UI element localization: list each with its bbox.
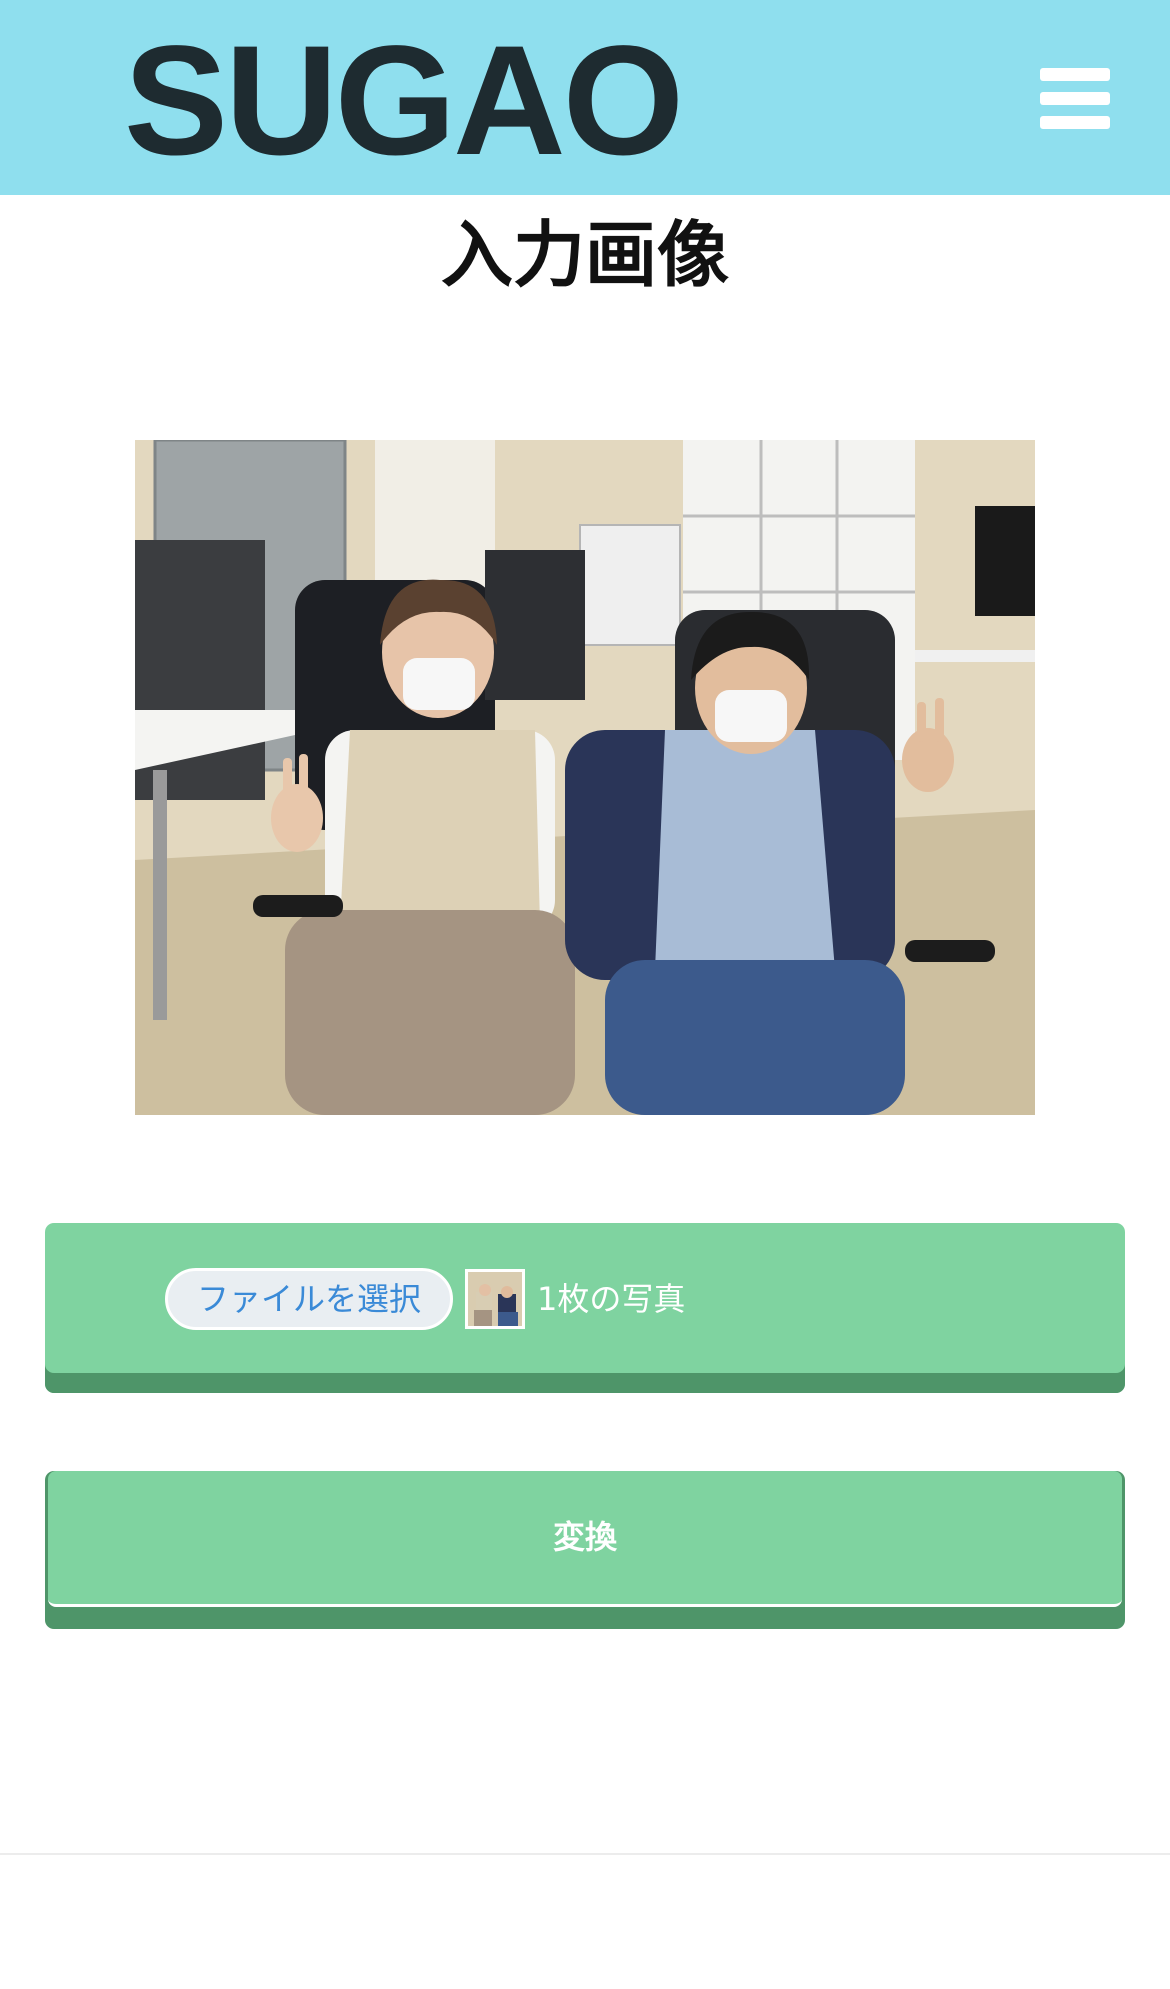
hamburger-menu-icon[interactable] bbox=[1040, 68, 1110, 130]
input-photo bbox=[135, 440, 1035, 1115]
selected-file-thumbnail bbox=[465, 1269, 525, 1329]
choose-file-button[interactable]: ファイルを選択 bbox=[165, 1268, 453, 1330]
selected-file-count: 1枚の写真 bbox=[537, 1280, 686, 1318]
app-header: SUGAO bbox=[0, 0, 1170, 195]
file-input-panel: ファイルを選択 1枚の写真 bbox=[45, 1223, 1125, 1393]
convert-button-label: 変換 bbox=[48, 1471, 1122, 1607]
convert-button[interactable]: 変換 bbox=[45, 1471, 1125, 1629]
logo[interactable]: SUGAO bbox=[124, 16, 684, 186]
page-title: 入力画像 bbox=[440, 213, 729, 297]
footer-divider bbox=[0, 1853, 1170, 1855]
header-partial-text bbox=[0, 0, 1170, 2]
